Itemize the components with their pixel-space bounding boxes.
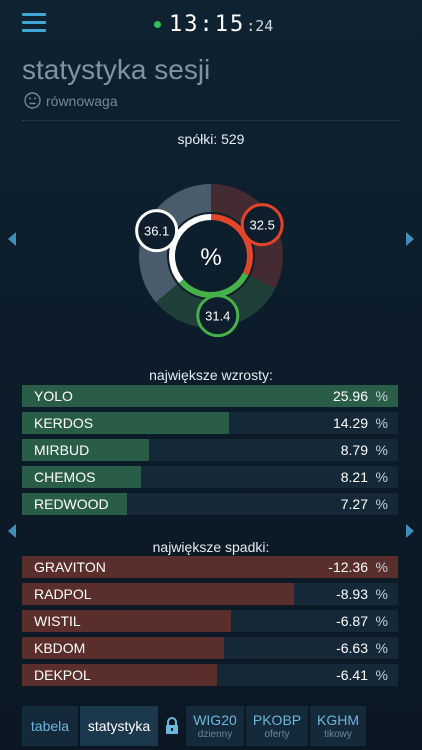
stock-row[interactable]: KBDOM -6.63% [22,637,398,659]
percent-sign: % [375,559,388,575]
tab-label: statystyka [87,718,151,734]
stock-name: WISTIL [34,613,81,629]
down-value-label: 32.5 [250,218,275,233]
up-value-label: 31.4 [205,309,230,324]
percent-sign: % [375,640,388,656]
change-value: 25.96 [332,388,368,404]
losers-title: największe spadki: [152,539,270,555]
change-value: 14.29 [332,415,368,431]
bottom-tab-bar: tabela statystyka WIG20 dzienny PKOBP of… [22,706,402,746]
lock-icon [160,706,184,746]
prev-page-arrow-icon[interactable] [8,232,16,246]
stock-name: KBDOM [34,640,86,656]
change-value: -12.36 [328,559,368,575]
change-value: -6.63 [336,640,368,656]
stock-name: KERDOS [34,415,94,431]
stock-row[interactable]: YOLO 25.96% [22,385,398,407]
chart-center-label: % [200,244,221,271]
tab-label: PKOBP [252,712,302,728]
market-breadth-chart: % 32.5 31.4 36.1 [135,184,284,338]
percent-sign: % [375,667,388,683]
percent-sign: % [375,388,388,404]
tab-kghm[interactable]: KGHM tikowy [310,706,366,746]
percent-sign: % [375,613,388,629]
percent-sign: % [375,496,388,512]
change-value: -8.93 [336,586,368,602]
tab-pkobp[interactable]: PKOBP oferty [246,706,308,746]
unchanged-value-label: 36.1 [144,224,169,239]
tab-label: WIG20 [193,712,237,728]
next-page-arrow-icon[interactable] [406,232,414,246]
stock-name: MIRBUD [34,442,90,458]
up-ring-segment [178,272,249,298]
tab-tabela[interactable]: tabela [22,706,78,746]
next-section-arrow-icon[interactable] [406,524,414,538]
percent-sign: % [375,415,388,431]
stock-row[interactable]: RADPOL -8.93% [22,583,398,605]
tab-label: KGHM [317,712,359,728]
stock-name: YOLO [34,388,73,404]
change-value: 8.21 [340,469,368,485]
percent-sign: % [375,442,388,458]
stock-row[interactable]: DEKPOL -6.41% [22,664,398,686]
stock-row[interactable]: MIRBUD 8.79% [22,439,398,461]
tab-wig20[interactable]: WIG20 dzienny [186,706,244,746]
change-value: -6.87 [336,613,368,629]
stock-name: REDWOOD [34,496,109,512]
stock-name: RADPOL [34,586,92,602]
percent-sign: % [375,586,388,602]
change-value: 8.79 [340,442,368,458]
change-value: -6.41 [336,667,368,683]
percent-sign: % [375,469,388,485]
stock-name: DEKPOL [34,667,91,683]
change-value: 7.27 [340,496,368,512]
tab-sublabel: oferty [264,729,290,740]
tab-label: tabela [30,718,70,734]
tab-sublabel: tikowy [324,729,352,740]
stock-row[interactable]: WISTIL -6.87% [22,610,398,632]
gainers-title: największe wzrosty: [149,367,273,383]
prev-section-arrow-icon[interactable] [8,524,16,538]
stock-row[interactable]: REDWOOD 7.27% [22,493,398,515]
tab-sublabel: dzienny [197,729,233,740]
stock-name: CHEMOS [34,469,96,485]
stock-row[interactable]: KERDOS 14.29% [22,412,398,434]
stock-name: GRAVITON [34,559,106,575]
stock-row[interactable]: GRAVITON -12.36% [22,556,398,578]
stock-row[interactable]: CHEMOS 8.21% [22,466,398,488]
tab-statystyka[interactable]: statystyka [80,706,158,746]
